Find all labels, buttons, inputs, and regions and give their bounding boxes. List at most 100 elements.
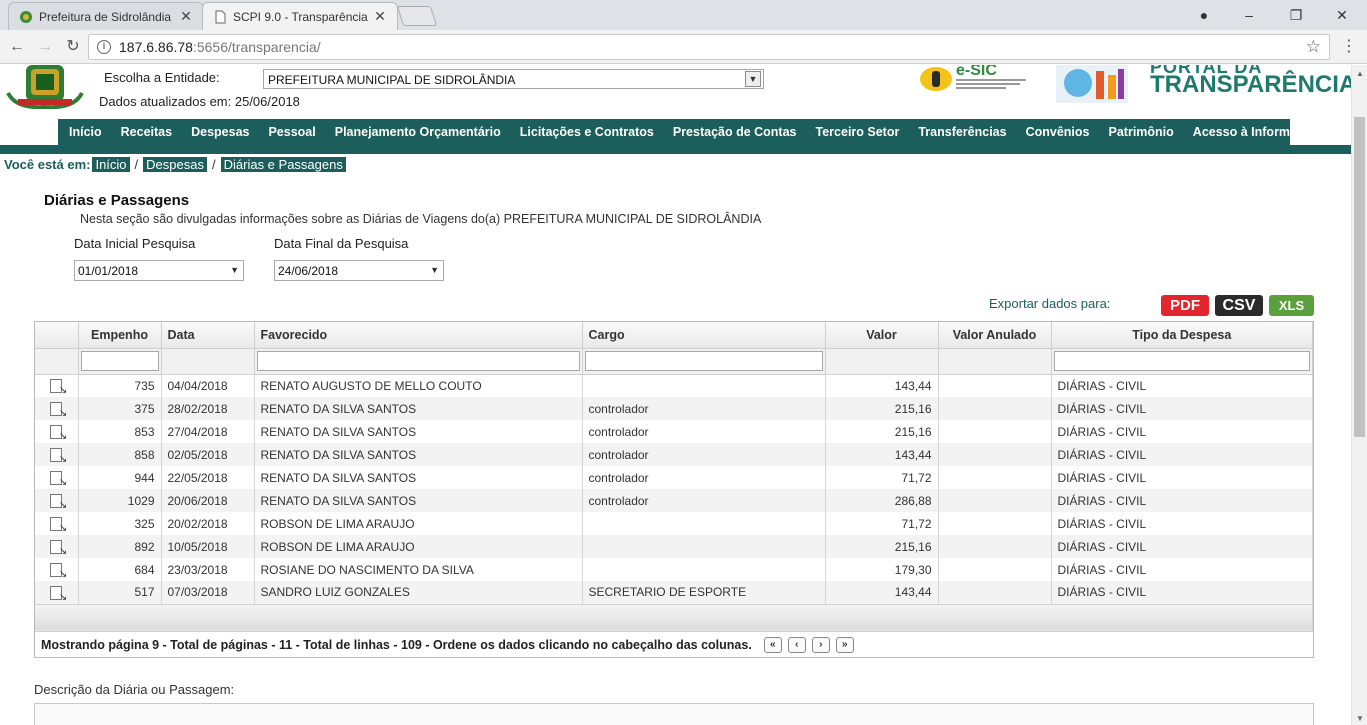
col-header-tipo-despesa[interactable]: Tipo da Despesa [1051, 322, 1313, 349]
table-row[interactable]: 89210/05/2018ROBSON DE LIMA ARAUJO 215,16… [35, 535, 1313, 558]
detail-doc-icon[interactable] [35, 558, 79, 581]
menu-planejamento[interactable]: Planejamento Orçamentário [335, 125, 501, 139]
url-input[interactable]: i 187.6.86.78:5656/transparencia/ ☆ [88, 34, 1330, 60]
col-header-empenho[interactable]: Empenho [78, 322, 162, 349]
table-row[interactable]: 51707/03/2018SANDRO LUIZ GONZALESSECRETA… [35, 581, 1313, 604]
account-icon[interactable]: ● [1192, 4, 1216, 26]
filter-empenho-input[interactable] [80, 351, 159, 371]
document-arrow-icon[interactable] [50, 401, 67, 419]
forward-icon[interactable]: → [34, 37, 56, 57]
filter-tipo-input[interactable] [1053, 351, 1310, 371]
bookmark-star-icon[interactable]: ☆ [1306, 37, 1321, 57]
menu-transferencias[interactable]: Transferências [918, 125, 1006, 139]
col-header-valor[interactable]: Valor [825, 322, 939, 349]
detail-doc-icon[interactable] [35, 374, 79, 397]
menu-acesso-informacao[interactable]: Acesso à Informação [1193, 125, 1319, 139]
export-csv-button[interactable]: CSV [1215, 295, 1263, 316]
document-arrow-icon[interactable] [50, 447, 67, 465]
minimize-icon[interactable]: – [1237, 4, 1261, 26]
detail-doc-icon[interactable] [35, 466, 79, 489]
document-arrow-icon[interactable] [50, 424, 67, 442]
table-row[interactable]: 37528/02/2018RENATO DA SILVA SANTOScontr… [35, 397, 1313, 420]
chevron-down-icon[interactable]: ▼ [745, 71, 761, 87]
browser-tab-prefeitura[interactable]: Prefeitura de Sidrolândia ✕ [8, 2, 204, 30]
menu-convenios[interactable]: Convênios [1026, 125, 1090, 139]
cell-favorecido: ROSIANE DO NASCIMENTO DA SILVA [254, 558, 583, 581]
document-arrow-icon[interactable] [50, 493, 67, 511]
new-tab-button[interactable] [396, 6, 438, 26]
col-header-valor-anulado[interactable]: Valor Anulado [938, 322, 1052, 349]
col-header-cargo[interactable]: Cargo [582, 322, 826, 349]
filter-favorecido-input[interactable] [256, 351, 580, 371]
menu-band [0, 145, 1351, 154]
table-row[interactable]: 102920/06/2018RENATO DA SILVA SANTOScont… [35, 489, 1313, 512]
detail-doc-icon[interactable] [35, 512, 79, 535]
browser-tab-scpi[interactable]: SCPI 9.0 - Transparência ✕ [202, 2, 398, 30]
document-arrow-icon[interactable] [50, 539, 67, 557]
table-row[interactable]: 32520/02/2018ROBSON DE LIMA ARAUJO 71,72 D… [35, 512, 1313, 535]
window-close-icon[interactable]: ✕ [1330, 4, 1354, 26]
breadcrumb-inicio[interactable]: Início [92, 157, 130, 172]
menu-receitas[interactable]: Receitas [121, 125, 172, 139]
col-header-favorecido[interactable]: Favorecido [254, 322, 583, 349]
entidade-value: PREFEITURA MUNICIPAL DE SIDROLÂNDIA [268, 73, 516, 87]
close-icon[interactable]: ✕ [179, 8, 193, 25]
scrollbar-thumb[interactable] [1354, 117, 1365, 437]
document-arrow-icon[interactable] [50, 516, 67, 534]
reload-icon[interactable]: ↻ [62, 37, 84, 57]
cell-favorecido: RENATO DA SILVA SANTOS [254, 489, 583, 512]
close-icon[interactable]: ✕ [373, 8, 387, 25]
cell-favorecido: RENATO DA SILVA SANTOS [254, 466, 583, 489]
table-row[interactable]: 94422/05/2018RENATO DA SILVA SANTOScontr… [35, 466, 1313, 489]
menu-kebab-icon[interactable]: ⋮ [1339, 37, 1359, 57]
info-icon[interactable]: i [97, 40, 111, 54]
cell-data: 07/03/2018 [161, 581, 255, 604]
menu-licitacoes[interactable]: Licitações e Contratos [520, 125, 654, 139]
maximize-icon[interactable]: ❐ [1284, 4, 1308, 26]
export-xls-button[interactable]: XLS [1269, 295, 1314, 316]
cell-data: 02/05/2018 [161, 443, 255, 466]
data-inicial-select[interactable]: 01/01/2018 ▼ [74, 260, 244, 281]
table-row[interactable]: 85327/04/2018RENATO DA SILVA SANTOScontr… [35, 420, 1313, 443]
detail-doc-icon[interactable] [35, 443, 79, 466]
detail-doc-icon[interactable] [35, 420, 79, 443]
crest-favicon-icon [19, 10, 33, 24]
cell-favorecido: RENATO DA SILVA SANTOS [254, 420, 583, 443]
entidade-select[interactable]: PREFEITURA MUNICIPAL DE SIDROLÂNDIA ▼ [263, 69, 764, 89]
document-arrow-icon[interactable] [50, 470, 67, 488]
scroll-down-icon[interactable]: ▼ [1356, 714, 1364, 723]
scroll-up-icon[interactable]: ▲ [1356, 69, 1364, 78]
document-arrow-icon[interactable] [50, 562, 67, 580]
menu-prestacao[interactable]: Prestação de Contas [673, 125, 797, 139]
menu-terceiro-setor[interactable]: Terceiro Setor [816, 125, 900, 139]
prev-page-icon[interactable]: ‹ [787, 636, 806, 653]
first-page-icon[interactable]: « [763, 636, 782, 653]
document-arrow-icon[interactable] [50, 379, 67, 396]
export-pdf-button[interactable]: PDF [1161, 295, 1209, 316]
page-scrollbar[interactable]: ▲ ▼ [1351, 65, 1367, 725]
table-row[interactable]: 68423/03/2018ROSIANE DO NASCIMENTO DA SI… [35, 558, 1313, 581]
col-header-data[interactable]: Data [161, 322, 255, 349]
cell-empenho: 684 [78, 558, 162, 581]
next-page-icon[interactable]: › [811, 636, 830, 653]
last-page-icon[interactable]: » [835, 636, 854, 653]
table-row[interactable]: 85802/05/2018RENATO DA SILVA SANTOScontr… [35, 443, 1313, 466]
back-icon[interactable]: ← [6, 37, 28, 57]
detail-doc-icon[interactable] [35, 489, 79, 512]
detail-doc-icon[interactable] [35, 535, 79, 558]
document-arrow-icon[interactable] [50, 585, 67, 603]
menu-despesas[interactable]: Despesas [191, 125, 249, 139]
detail-doc-icon[interactable] [35, 581, 79, 604]
filter-cargo-input[interactable] [584, 351, 823, 371]
table-row[interactable]: 73504/04/2018RENATO AUGUSTO DE MELLO COU… [35, 374, 1313, 397]
breadcrumb-diarias[interactable]: Diárias e Passagens [220, 157, 346, 172]
breadcrumb-despesas[interactable]: Despesas [143, 157, 207, 172]
page-content: Escolha a Entidade: PREFEITURA MUNICIPAL… [0, 65, 1351, 725]
menu-inicio[interactable]: Início [69, 125, 102, 139]
descricao-label: Descrição da Diária ou Passagem: [34, 682, 235, 697]
detail-doc-icon[interactable] [35, 397, 79, 420]
breadcrumb-separator: / [134, 157, 139, 172]
menu-patrimonio[interactable]: Patrimônio [1109, 125, 1174, 139]
menu-pessoal[interactable]: Pessoal [268, 125, 315, 139]
data-final-select[interactable]: 24/06/2018 ▼ [274, 260, 444, 281]
